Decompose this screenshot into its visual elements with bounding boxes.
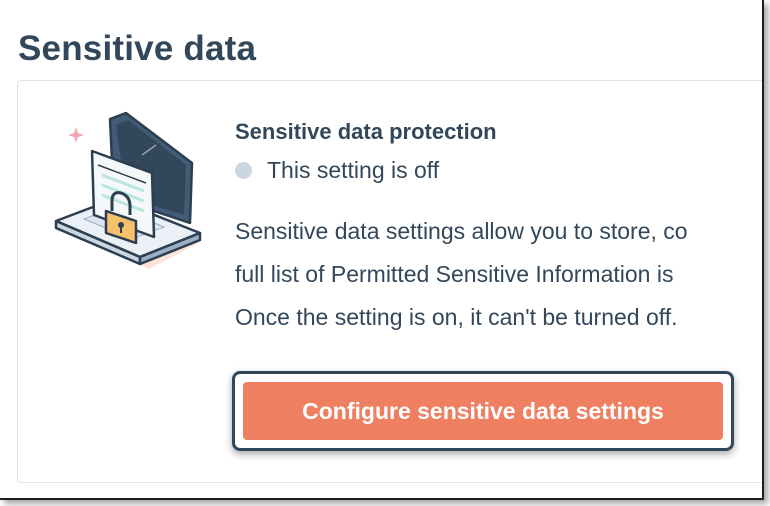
card-content: Sensitive data protection This setting i… [235,119,762,339]
laptop-padlock-icon [54,111,202,269]
page-title: Sensitive data [18,29,257,69]
sensitive-data-card: Sensitive data protection This setting i… [17,80,762,483]
status-text: This setting is off [267,157,440,183]
cta-highlight: Configure sensitive data settings [232,371,734,451]
description-line: Sensitive data settings allow you to sto… [235,218,688,244]
description-line: Once the setting is on, it can't be turn… [235,304,678,330]
section-title: Sensitive data protection [235,119,497,144]
setting-status: This setting is off [235,157,762,184]
status-dot-icon [235,162,252,179]
screenshot-frame: Sensitive data Sensitive data protection… [0,0,764,500]
description: Sensitive data settings allow you to sto… [235,210,762,339]
description-line: full list of Permitted Sensitive Informa… [235,261,674,287]
configure-sensitive-data-button[interactable]: Configure sensitive data settings [243,382,723,440]
